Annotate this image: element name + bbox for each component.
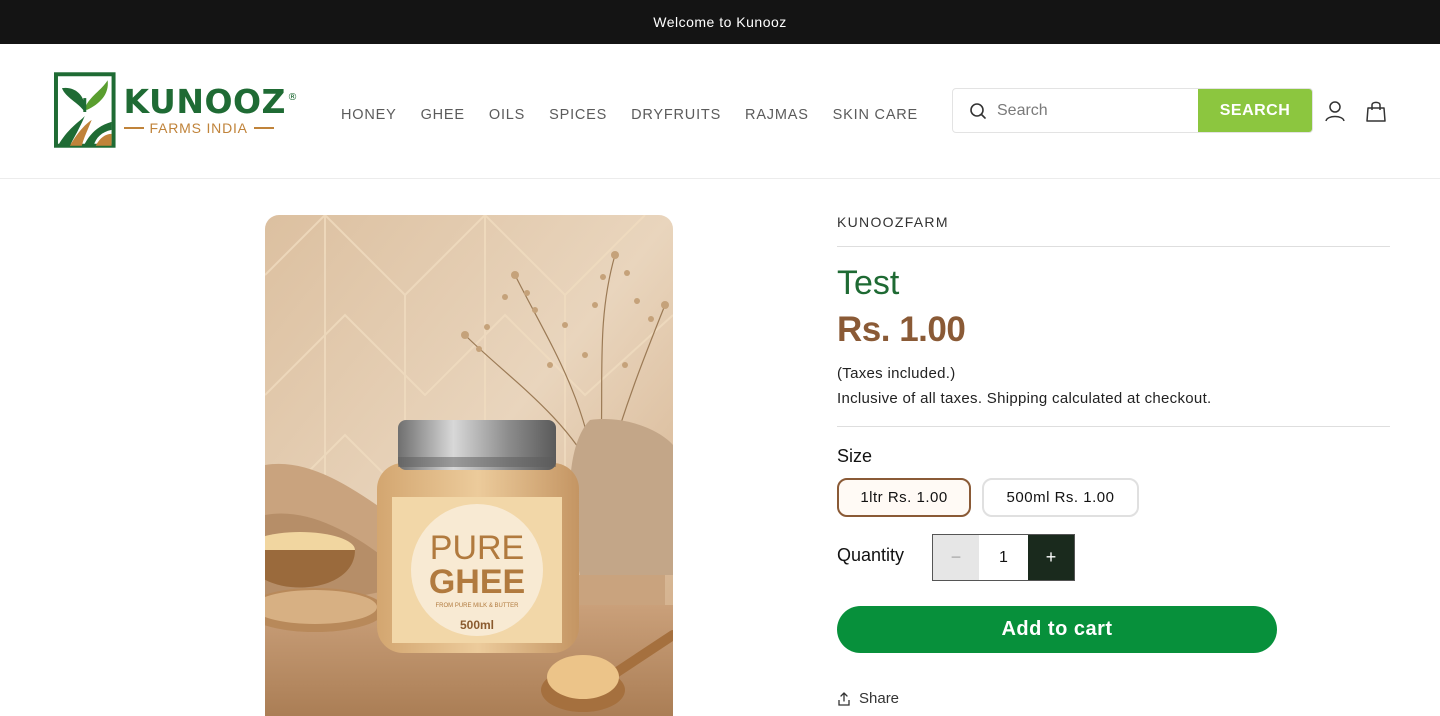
product-image[interactable]: PURE GHEE FROM PURE MILK & BUTTER 500ml: [265, 215, 673, 716]
share-button[interactable]: Share: [837, 690, 899, 707]
size-label: Size: [837, 446, 873, 466]
shipping-note: Inclusive of all taxes. Shipping calcula…: [837, 390, 1212, 407]
jar-label-line2: GHEE: [429, 563, 525, 601]
nav-item-spices[interactable]: SPICES: [549, 107, 607, 123]
logo-mark-icon: [54, 72, 116, 148]
jar-label-small: FROM PURE MILK & BUTTER: [435, 603, 519, 609]
announcement-bar: Welcome to Kunooz: [0, 0, 1440, 44]
nav-item-rajmas[interactable]: RAJMAS: [745, 107, 809, 123]
brand-logo[interactable]: KUNOOZ ® FARMS INDIA: [54, 70, 298, 150]
search-field-wrap: [953, 89, 1198, 132]
main-nav: HONEY GHEE OILS SPICES DRYFRUITS RAJMAS …: [341, 107, 918, 123]
product-vendor: KUNOOZFARM: [837, 214, 949, 230]
search-icon: [970, 102, 986, 119]
divider: [837, 426, 1390, 427]
brand-tagline: FARMS INDIA: [123, 120, 286, 136]
divider: [837, 246, 1390, 247]
registered-mark: ®: [287, 92, 298, 103]
announcement-text: Welcome to Kunooz: [653, 14, 787, 30]
search-button[interactable]: SEARCH: [1198, 89, 1312, 132]
share-label: Share: [859, 690, 900, 707]
size-option-500ml[interactable]: 500ml Rs. 1.00: [982, 478, 1139, 517]
share-icon: [838, 691, 850, 706]
brand-tagline-text: FARMS INDIA: [149, 120, 248, 136]
quantity-decrease-button[interactable]: −: [933, 535, 979, 580]
nav-item-honey[interactable]: HONEY: [341, 107, 397, 123]
quantity-input[interactable]: 1: [979, 535, 1028, 580]
search-bar: SEARCH: [952, 88, 1313, 133]
product-price: Rs. 1.00: [837, 310, 966, 349]
quantity-stepper: − 1 +: [932, 534, 1075, 581]
brand-name: KUNOOZ ®: [123, 82, 298, 121]
site-header: KUNOOZ ® FARMS INDIA HONEY GHEE OILS SPI…: [0, 44, 1440, 179]
size-option-1ltr[interactable]: 1ltr Rs. 1.00: [837, 478, 971, 517]
account-icon[interactable]: [1323, 99, 1347, 123]
nav-item-ghee[interactable]: GHEE: [421, 107, 465, 123]
brand-name-text: KUNOOZ: [123, 82, 286, 121]
quantity-label: Quantity: [837, 545, 905, 565]
nav-item-dryfruits[interactable]: DRYFRUITS: [631, 107, 721, 123]
cart-icon[interactable]: [1364, 99, 1388, 123]
jar-label-line1: PURE: [430, 529, 524, 567]
nav-item-skin-care[interactable]: SKIN CARE: [833, 107, 918, 123]
add-to-cart-button[interactable]: Add to cart: [837, 606, 1277, 653]
jar-label-size: 500ml: [460, 618, 494, 632]
nav-item-oils[interactable]: OILS: [489, 107, 525, 123]
search-input[interactable]: [997, 101, 1187, 120]
tax-note: (Taxes included.): [837, 365, 956, 382]
product-title: Test: [837, 264, 900, 302]
quantity-increase-button[interactable]: +: [1028, 535, 1074, 580]
product-photo: PURE GHEE FROM PURE MILK & BUTTER 500ml: [265, 215, 673, 716]
